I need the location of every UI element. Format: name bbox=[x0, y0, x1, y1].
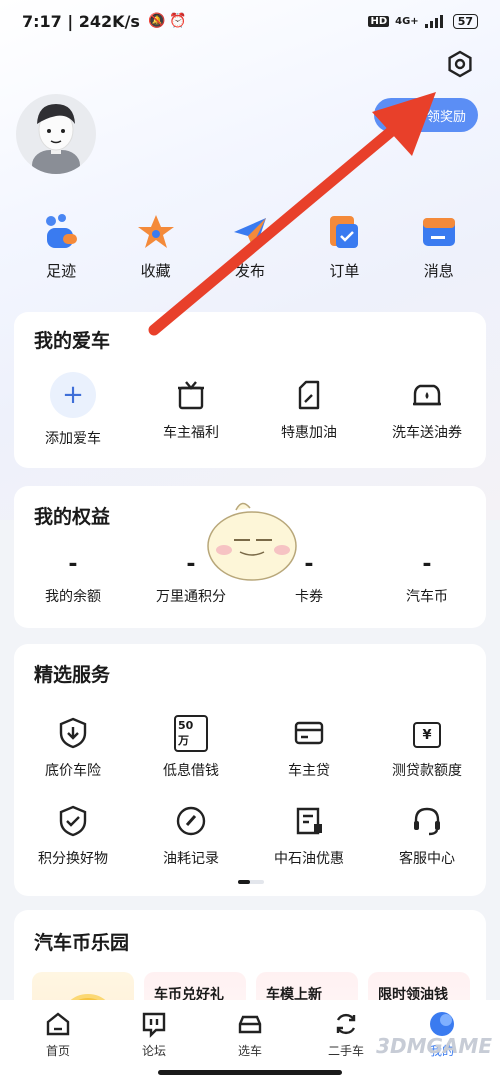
status-time: 7:17 | 242K/s bbox=[22, 11, 140, 31]
50wan-icon: 50万 bbox=[174, 714, 208, 752]
service-insurance[interactable]: 底价车险 bbox=[14, 716, 132, 780]
tab-label: 论坛 bbox=[141, 1044, 166, 1058]
fuel-discount-button[interactable]: 特惠加油 bbox=[250, 378, 368, 448]
card-icon bbox=[294, 721, 324, 745]
plus-icon: + bbox=[50, 372, 96, 418]
service-owner-loan[interactable]: 车主贷 bbox=[250, 716, 368, 780]
avatar[interactable] bbox=[16, 94, 96, 174]
fuel-can-icon bbox=[298, 380, 320, 410]
coupon-icon bbox=[296, 807, 322, 835]
rights-value: - bbox=[186, 552, 196, 577]
home-icon bbox=[46, 1012, 70, 1036]
star-icon bbox=[137, 215, 174, 248]
rights-label: 我的余额 bbox=[45, 589, 101, 605]
settings-gear-icon[interactable] bbox=[446, 50, 474, 78]
quick-action-publish[interactable]: 发布 bbox=[215, 212, 285, 281]
service-label: 低息借钱 bbox=[163, 763, 219, 779]
headset-icon bbox=[414, 807, 440, 836]
my-rights-title: 我的权益 bbox=[34, 506, 111, 528]
car-wash-icon bbox=[413, 384, 441, 406]
service-loan[interactable]: 50万 低息借钱 bbox=[132, 714, 250, 780]
claim-reward-button[interactable]: 领奖励 bbox=[374, 98, 478, 132]
rights-label: 汽车币 bbox=[406, 589, 448, 605]
service-label: 积分换好物 bbox=[38, 851, 108, 867]
services-title: 精选服务 bbox=[34, 664, 111, 686]
my-car-title: 我的爱车 bbox=[34, 330, 111, 352]
network-label: 4G+ bbox=[395, 15, 419, 27]
tab-label: 二手车 bbox=[327, 1044, 364, 1058]
service-points-exchange[interactable]: 积分换好物 bbox=[14, 804, 132, 868]
my-car-label: 添加爱车 bbox=[45, 431, 101, 447]
service-customer-center[interactable]: 客服中心 bbox=[368, 804, 486, 868]
service-label: 中石油优惠 bbox=[274, 851, 344, 867]
rights-value: - bbox=[68, 552, 78, 577]
shield-check-icon bbox=[59, 805, 87, 837]
my-car-label: 特惠加油 bbox=[281, 425, 337, 441]
my-car-label: 车主福利 bbox=[163, 425, 219, 441]
car-select-icon bbox=[238, 1015, 262, 1034]
services-card: 精选服务 底价车险 50万 低息借钱 车主贷 ¥ 测贷款额度 积分换好物 油耗记… bbox=[14, 644, 486, 896]
gift-box-icon bbox=[178, 381, 204, 410]
tab-label: 选车 bbox=[237, 1044, 262, 1058]
signal-icon bbox=[424, 15, 443, 28]
owner-benefits-button[interactable]: 车主福利 bbox=[132, 378, 250, 448]
quick-action-orders[interactable]: 订单 bbox=[309, 212, 379, 281]
service-label: 油耗记录 bbox=[163, 851, 219, 867]
reward-label: 领奖励 bbox=[426, 109, 466, 125]
quick-action-label: 足迹 bbox=[46, 262, 77, 280]
battery-indicator: 57 bbox=[452, 13, 478, 29]
order-icon bbox=[330, 216, 359, 248]
quick-actions-row: 足迹 收藏 发布 订单 消息 bbox=[0, 212, 500, 281]
service-loan-quota[interactable]: ¥ 测贷款额度 bbox=[368, 716, 486, 780]
coin-park-title: 汽车币乐园 bbox=[34, 932, 130, 954]
mascot-sticker-icon bbox=[207, 502, 297, 581]
service-label: 测贷款额度 bbox=[392, 763, 462, 779]
quick-action-favorites[interactable]: 收藏 bbox=[121, 212, 191, 281]
rights-label: 卡券 bbox=[295, 589, 323, 605]
service-petrochina[interactable]: 中石油优惠 bbox=[250, 804, 368, 868]
gauge-icon bbox=[176, 806, 206, 836]
service-label: 底价车险 bbox=[45, 763, 101, 779]
home-indicator bbox=[158, 1070, 342, 1075]
message-icon bbox=[422, 218, 455, 246]
loan-badge: 50万 bbox=[174, 714, 208, 752]
rights-label: 万里通积分 bbox=[156, 589, 226, 605]
service-label: 车主贷 bbox=[288, 763, 330, 779]
car-wash-button[interactable]: 洗车送油券 bbox=[368, 378, 486, 448]
page-indicator bbox=[238, 880, 264, 884]
quick-action-label: 订单 bbox=[329, 262, 360, 280]
service-label: 客服中心 bbox=[399, 851, 455, 867]
tab-home[interactable]: 首页 bbox=[18, 1010, 98, 1084]
footprint-icon bbox=[46, 214, 78, 248]
hd-badge: HD bbox=[368, 15, 390, 27]
refresh-car-icon bbox=[336, 1013, 356, 1035]
mute-icon: 🔕 bbox=[147, 13, 166, 29]
service-fuel-record[interactable]: 油耗记录 bbox=[132, 804, 250, 868]
my-car-label: 洗车送油券 bbox=[392, 425, 462, 441]
watermark: 3DMGAME bbox=[376, 1034, 492, 1058]
add-car-button[interactable]: + 添加爱车 bbox=[14, 372, 132, 448]
car-coin-item[interactable]: - 汽车币 bbox=[368, 552, 486, 606]
calendar-yen-icon: ¥ bbox=[410, 716, 444, 750]
my-car-card: 我的爱车 + 添加爱车 车主福利 特惠加油 洗车送油券 bbox=[14, 312, 486, 468]
send-icon bbox=[233, 218, 266, 248]
shield-down-icon bbox=[59, 717, 87, 749]
quick-action-label: 消息 bbox=[423, 262, 454, 280]
quick-action-label: 收藏 bbox=[140, 262, 171, 280]
quick-action-messages[interactable]: 消息 bbox=[404, 212, 474, 281]
status-bar: 7:17 | 242K/s 🔕 ⏰ HD 4G+ 57 bbox=[0, 0, 500, 42]
avatar-illustration-icon bbox=[32, 104, 80, 174]
quick-action-label: 发布 bbox=[234, 262, 265, 280]
balance-item[interactable]: - 我的余额 bbox=[14, 552, 132, 606]
yen-badge: ¥ bbox=[413, 722, 441, 748]
forum-icon bbox=[142, 1012, 166, 1038]
rights-value: - bbox=[422, 552, 432, 577]
alarm-icon: ⏰ bbox=[169, 13, 187, 29]
tab-label: 首页 bbox=[45, 1044, 70, 1058]
quick-action-footprint[interactable]: 足迹 bbox=[26, 212, 96, 281]
